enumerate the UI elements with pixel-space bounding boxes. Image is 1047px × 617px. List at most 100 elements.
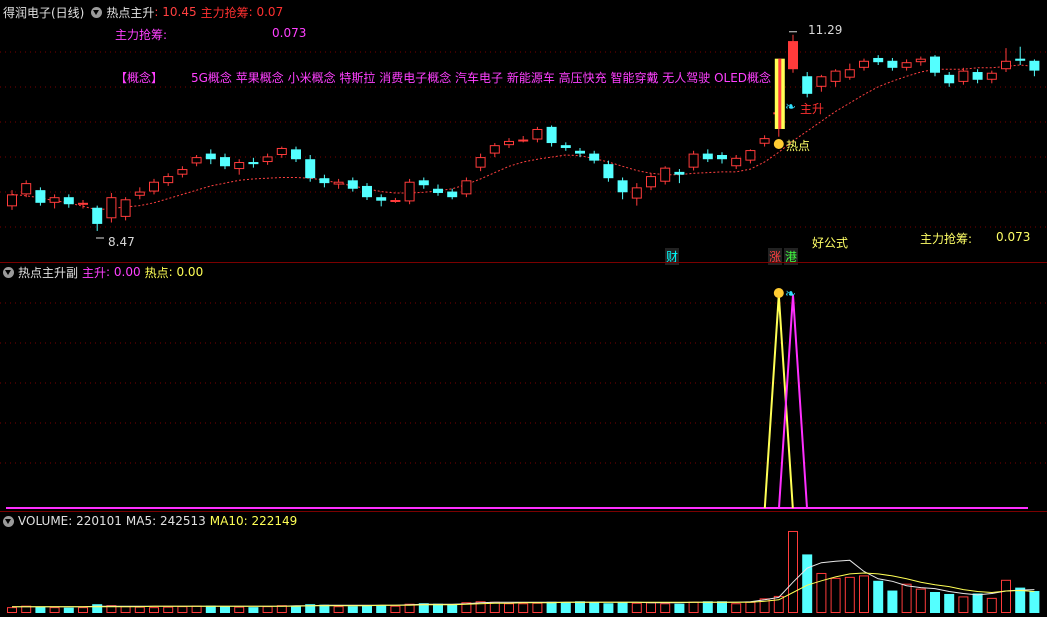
money-bag-icon (773, 139, 784, 149)
candle-body (347, 180, 358, 189)
volume-bar (291, 605, 301, 613)
good-formula-label: 好公式 (812, 236, 849, 250)
volume-bar (35, 606, 46, 613)
volume-bar (134, 606, 145, 613)
volume-bar (120, 606, 131, 613)
volume-bar (205, 605, 216, 613)
volume-bar (731, 603, 742, 613)
volume-bar (191, 605, 202, 613)
candle-body (532, 128, 543, 140)
volume-bar (1015, 587, 1026, 613)
candle-body (418, 180, 429, 186)
zlqc-label: 主力抢筹 (200, 5, 249, 20)
volume-panel[interactable]: VOLUME: 220101 MA5: 242513 MA10: 222149 (0, 512, 1047, 617)
volume-bar (589, 602, 600, 613)
candle-body (617, 180, 628, 193)
candle-body (1015, 58, 1026, 61)
candle-body (433, 188, 443, 193)
volume-bar (930, 592, 940, 613)
volume-bar (177, 606, 188, 613)
volume-bar (276, 605, 287, 613)
main-signal-line (778, 294, 808, 509)
signal-line-chart[interactable]: ❧ (0, 263, 1047, 511)
chevron-down-icon[interactable] (91, 6, 103, 18)
candle-body (333, 181, 344, 185)
volume-bar (447, 604, 458, 613)
candle-body (702, 153, 713, 160)
candle-body (234, 162, 245, 170)
signal-bar-stripe (778, 58, 782, 129)
candle-body (930, 56, 940, 73)
volume-bar (220, 606, 230, 613)
candle-body (674, 171, 685, 175)
volume-bar (646, 602, 656, 614)
volume-bar (887, 590, 898, 613)
candle-body (1029, 60, 1040, 71)
volume-bar (986, 597, 997, 614)
indicator-name[interactable]: 热点主升 (106, 4, 154, 21)
zs-value: : 0.00 (106, 265, 141, 279)
main-chart-panel[interactable]: ❧ 得润电子(日线) 热点主升 : 10.45 主力抢筹 : 0.07 主力抢筹… (0, 0, 1047, 265)
rd-value: : 0.00 (168, 265, 204, 279)
zlqc-value: : 0.07 (248, 5, 284, 19)
indicator-value: : 10.45 (154, 5, 197, 19)
hot-signal-line (763, 294, 794, 509)
candle-body (859, 60, 869, 68)
volume-bar (262, 606, 273, 613)
volume-bar (234, 606, 245, 613)
volume-bar (1001, 579, 1011, 614)
candle-body (404, 181, 415, 202)
volume-bar (745, 601, 756, 614)
volume-bar (63, 607, 74, 613)
sub-title[interactable]: 热点主升副 (18, 264, 78, 281)
volume-bar (163, 606, 174, 613)
candle-body (489, 145, 500, 154)
candle-body (717, 155, 727, 160)
volume-bar (830, 577, 841, 614)
sub-header: 热点主升副 主升 : 0.00 热点 : 0.00 (0, 264, 207, 280)
chevron-down-icon[interactable] (3, 515, 14, 527)
volume-bar (788, 530, 798, 613)
candle-body (731, 157, 742, 167)
sub-chart-panel[interactable]: ❧ 热点主升副 主升 : 0.00 热点 : 0.00 (0, 263, 1047, 511)
high-price-label: 11.29 (808, 23, 843, 37)
candle-body (944, 74, 955, 84)
candle-body (504, 140, 514, 146)
volume-bar (660, 603, 671, 613)
candle-body (802, 76, 813, 94)
volume-bar (1029, 591, 1040, 613)
volume-bar (248, 607, 259, 613)
volume-bar (532, 602, 543, 613)
vol-ma10: MA10: 222149 (209, 514, 298, 528)
volume-bar (390, 605, 401, 613)
candle-body (106, 197, 117, 219)
candle-body (49, 197, 60, 203)
volume-bar (7, 607, 17, 613)
candle-body (262, 156, 273, 163)
candle-body (986, 72, 997, 80)
candle-body (63, 197, 74, 205)
candle-body (646, 176, 656, 188)
stock-title[interactable]: 得润电子(日线) (3, 4, 84, 21)
volume-bar (376, 605, 387, 613)
candle-body (134, 191, 145, 196)
candle-body (759, 138, 770, 144)
candle-body (518, 139, 529, 142)
main-rise-label: 主升 (800, 102, 825, 116)
candle-body (92, 207, 103, 224)
volume-bar (617, 602, 628, 613)
volume-title[interactable]: VOLUME: 220101 (18, 514, 122, 528)
volume-bar (546, 601, 557, 613)
candle-body (830, 70, 841, 82)
candle-body (163, 176, 174, 184)
chevron-down-icon[interactable] (3, 266, 14, 278)
candle-body (575, 150, 585, 154)
candle-body (475, 157, 486, 168)
volume-bar (603, 603, 614, 613)
money-bag-icon (773, 288, 784, 298)
candle-body (589, 153, 600, 161)
volume-bar (518, 603, 529, 613)
volume-bar (717, 601, 727, 613)
volume-bar (688, 601, 699, 614)
candle-body (816, 76, 827, 87)
